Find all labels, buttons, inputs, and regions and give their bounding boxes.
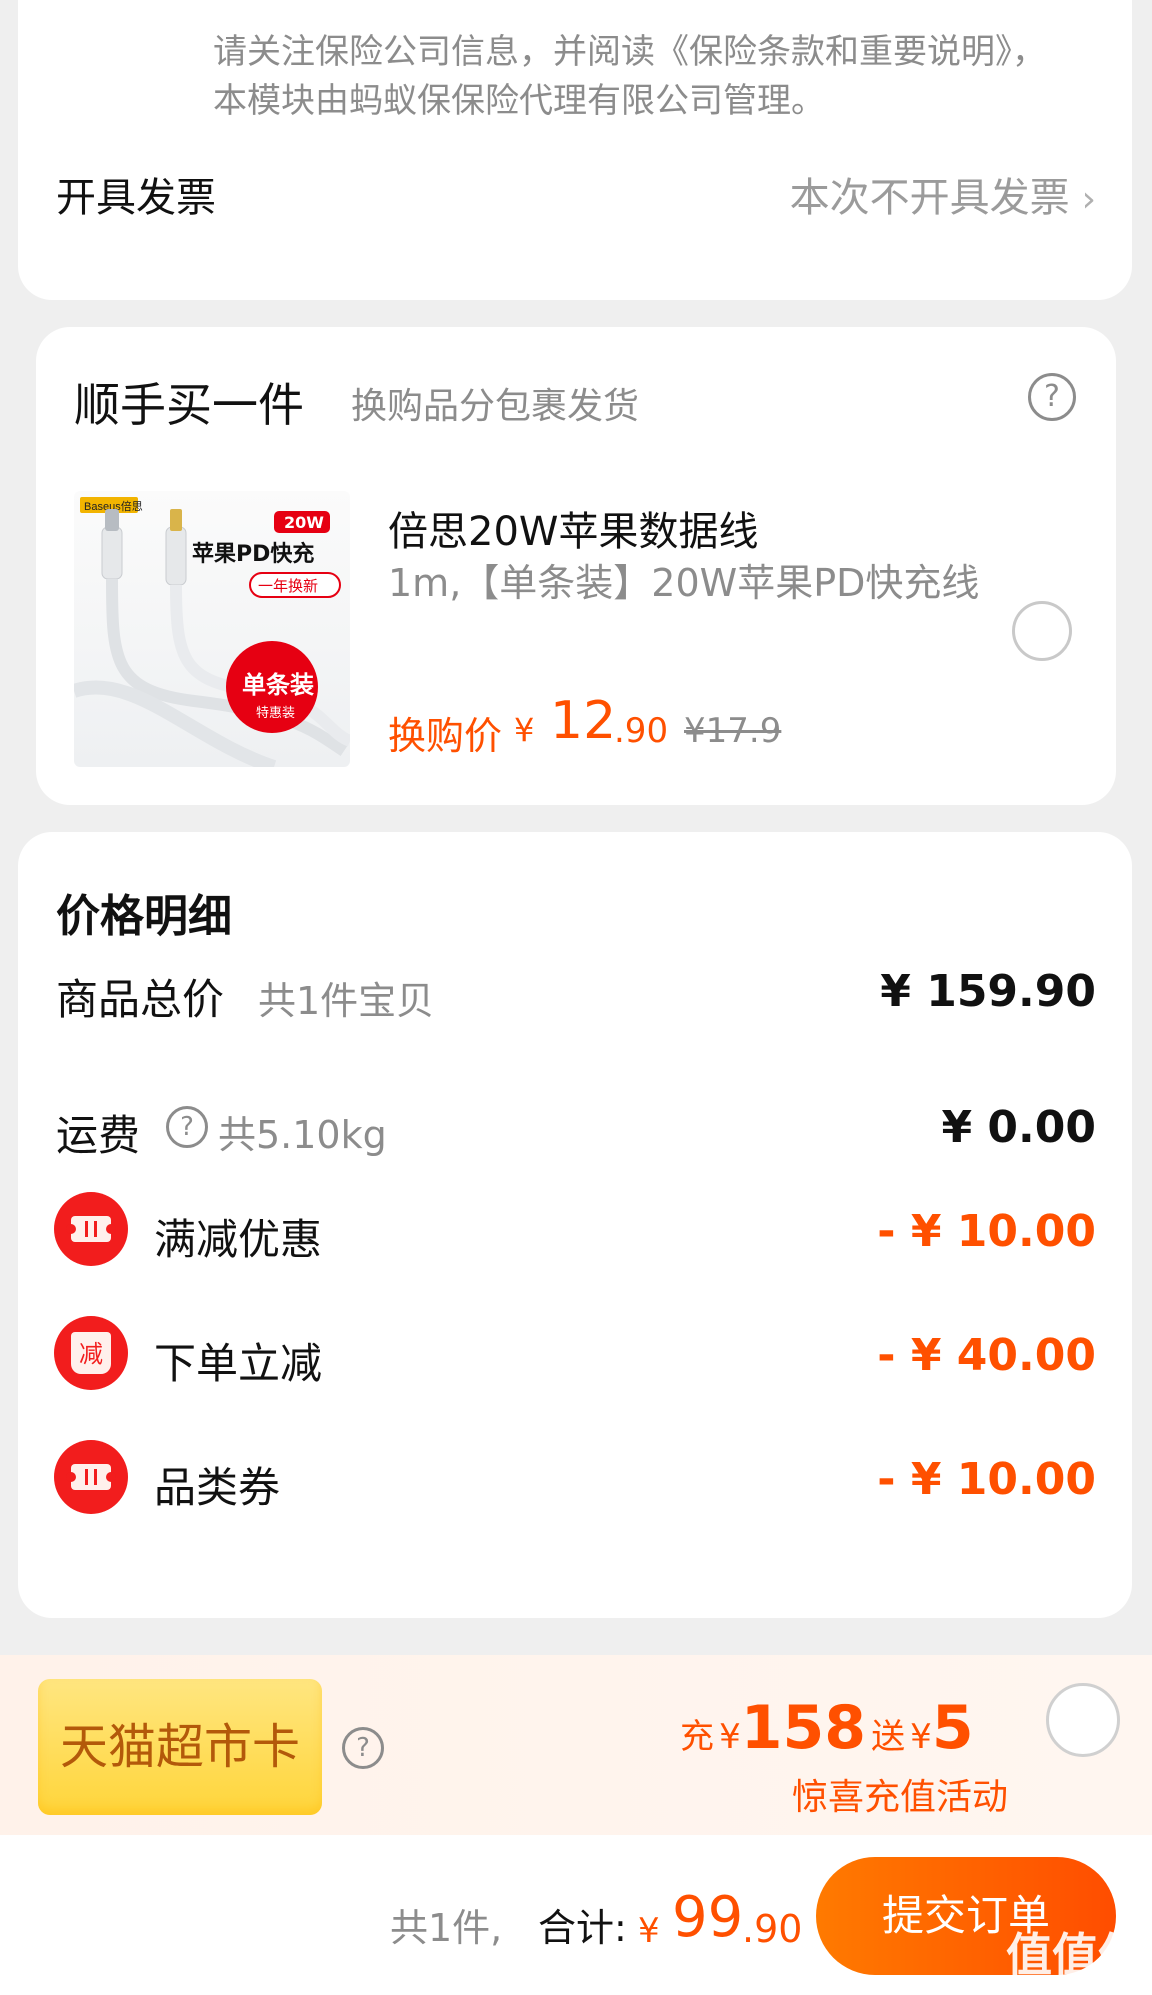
price-currency: ¥ bbox=[514, 711, 535, 749]
item-count: 共1件, bbox=[390, 1906, 503, 1950]
shipping-value: ¥ 0.00 bbox=[941, 1102, 1097, 1153]
goods-count: 共1件宝贝 bbox=[258, 979, 435, 1023]
watermark-url: zhizhizhi.com bbox=[1020, 1974, 1142, 1995]
discount-label: 满减优惠 bbox=[154, 1215, 323, 1264]
addon-select-radio[interactable] bbox=[1012, 601, 1072, 661]
price-detail-card: 价格明细 商品总价 共1件宝贝 ¥ 159.90 运费 ? 共5.10kg ¥ … bbox=[18, 832, 1132, 1618]
discount-value: - ¥ 10.00 bbox=[877, 1454, 1096, 1505]
svg-text:一年换新: 一年换新 bbox=[258, 577, 318, 595]
insurance-notice: 请关注保险公司信息，并阅读《保险条款和重要说明》，本模块由蚂蚁保保险代理有限公司… bbox=[213, 32, 1046, 121]
discount-label: 下单立减 bbox=[154, 1339, 323, 1388]
cable-illustration: Baseus倍思 20W 苹果PD快充 一年换新 单条装 特惠装 bbox=[74, 497, 350, 767]
price-integer: 12 bbox=[550, 691, 617, 751]
addon-title: 顺手买一件 bbox=[74, 378, 304, 432]
shipping-label: 运费 bbox=[56, 1111, 141, 1160]
addon-purchase-card: 顺手买一件 换购品分包裹发货 ? Baseus倍思 20W 苹果PD快充 一年换… bbox=[36, 327, 1116, 805]
exchange-price-label: 换购价 bbox=[388, 714, 503, 758]
addon-subtitle: 换购品分包裹发货 bbox=[351, 386, 640, 427]
discount-value: - ¥ 40.00 bbox=[877, 1330, 1096, 1381]
chevron-right-icon: › bbox=[1081, 179, 1096, 220]
total-integer: 99 bbox=[672, 1885, 744, 1950]
discount-label: 品类券 bbox=[154, 1463, 281, 1512]
total-decimal: .90 bbox=[742, 1907, 803, 1951]
recharge-offer: 充 ¥158 送 ¥5 bbox=[680, 1693, 974, 1763]
gift-amount: 5 bbox=[931, 1693, 974, 1763]
checkout-bar: 共1件, 合计: ¥ 99 .90 提交订单 值值值 zhizhizhi.com bbox=[0, 1835, 1152, 1995]
product-image[interactable]: Baseus倍思 20W 苹果PD快充 一年换新 单条装 特惠装 bbox=[74, 491, 350, 767]
tmall-card-radio[interactable] bbox=[1046, 1683, 1120, 1757]
insurance-invoice-card: 请关注保险公司信息，并阅读《保险条款和重要说明》，本模块由蚂蚁保保险代理有限公司… bbox=[18, 0, 1132, 300]
coupon-icon bbox=[54, 1440, 128, 1514]
instant-discount-icon: 减 bbox=[54, 1316, 128, 1390]
invoice-selector[interactable]: 本次不开具发票 › bbox=[790, 165, 1096, 223]
svg-text:单条装: 单条装 bbox=[242, 671, 314, 699]
total-label: 合计: bbox=[538, 1906, 627, 1950]
shipping-weight: 共5.10kg bbox=[218, 1113, 387, 1157]
price-decimal: .90 bbox=[614, 711, 669, 751]
goods-total-value: ¥ 159.90 bbox=[880, 966, 1096, 1017]
help-icon[interactable]: ? bbox=[166, 1106, 208, 1148]
product-spec: 1m,【单条装】20W苹果PD快充线 bbox=[388, 561, 980, 605]
svg-text:苹果PD快充: 苹果PD快充 bbox=[192, 541, 314, 567]
svg-text:20W: 20W bbox=[284, 513, 324, 532]
svg-text:特惠装: 特惠装 bbox=[256, 706, 295, 721]
tmall-card-banner: 天猫超市卡 ? 充 ¥158 送 ¥5 惊喜充值活动 bbox=[0, 1655, 1152, 1835]
discount-value: - ¥ 10.00 bbox=[877, 1206, 1096, 1257]
help-icon[interactable]: ? bbox=[342, 1727, 384, 1769]
recharge-activity-label: 惊喜充值活动 bbox=[792, 1777, 1009, 1818]
invoice-label: 开具发票 bbox=[56, 175, 216, 221]
goods-total-label: 商品总价 bbox=[56, 975, 225, 1024]
product-name[interactable]: 倍思20W苹果数据线 bbox=[388, 499, 758, 557]
price-detail-heading: 价格明细 bbox=[56, 891, 232, 942]
tmall-card-badge[interactable]: 天猫超市卡 bbox=[38, 1679, 322, 1815]
total-currency: ¥ bbox=[638, 1911, 660, 1951]
coupon-icon bbox=[54, 1192, 128, 1266]
help-icon[interactable]: ? bbox=[1028, 373, 1076, 421]
invoice-value: 本次不开具发票 bbox=[789, 175, 1070, 221]
recharge-amount: 158 bbox=[740, 1693, 866, 1763]
original-price: ¥17.9 bbox=[684, 711, 782, 751]
